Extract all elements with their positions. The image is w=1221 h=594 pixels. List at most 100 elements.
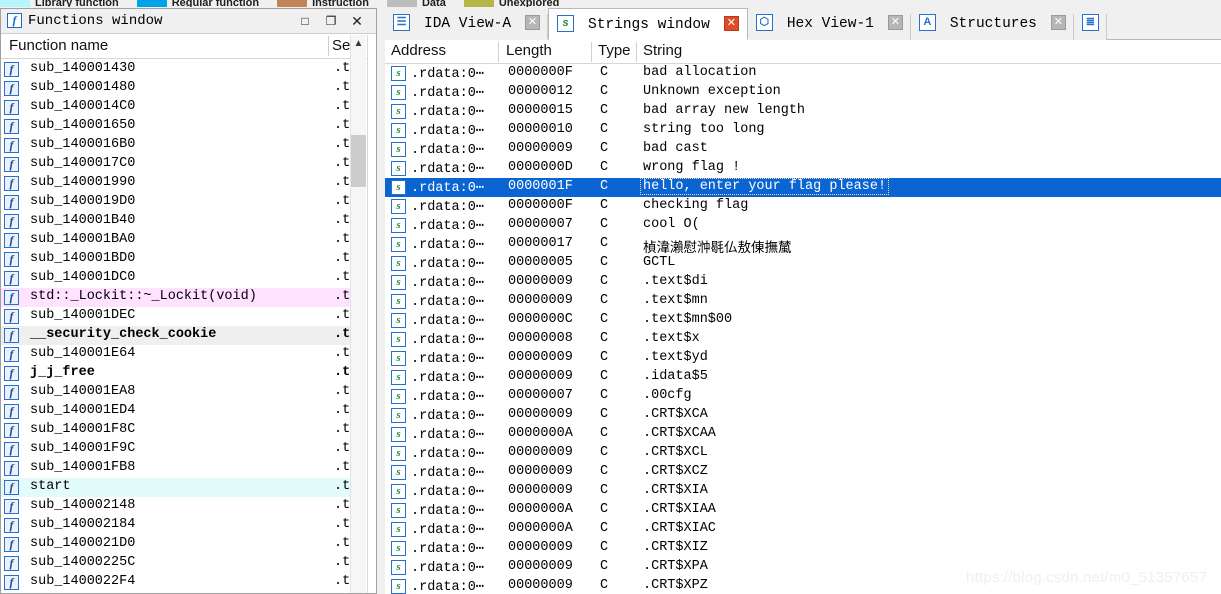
function-list-row[interactable]: f sub_140001F9C .t	[1, 440, 354, 459]
function-list-row[interactable]: f sub_1400019D0 .t	[1, 193, 354, 212]
column-header-type[interactable]: Type	[598, 42, 631, 59]
strings-list-row[interactable]: s .rdata:0⋯ 0000000A C .CRT$XIAC	[385, 520, 1221, 539]
column-header-address[interactable]: Address	[391, 42, 446, 59]
function-list-row[interactable]: f sub_140001DC0 .t	[1, 269, 354, 288]
string-length: 0000001F	[508, 179, 573, 194]
tab-close-icon[interactable]: ✕	[723, 16, 739, 31]
strings-list-row[interactable]: s .rdata:0⋯ 00000005 C GCTL	[385, 254, 1221, 273]
strings-list-row[interactable]: s .rdata:0⋯ 00000009 C .idata$5	[385, 368, 1221, 387]
function-list-row[interactable]: f sub_140001DEC .t	[1, 307, 354, 326]
tab-enums[interactable]: ≣	[1073, 8, 1107, 40]
string-icon: s	[391, 123, 406, 138]
strings-list-row[interactable]: s .rdata:0⋯ 00000009 C .CRT$XCA	[385, 406, 1221, 425]
column-header-function-name[interactable]: Function name	[9, 37, 108, 54]
string-value: bad allocation	[643, 65, 757, 80]
function-list-row[interactable]: f sub_14000225C .t	[1, 554, 354, 573]
function-list-row[interactable]: f sub_140001ED4 .t	[1, 402, 354, 421]
string-address: .rdata:0⋯	[411, 181, 484, 196]
function-list-row[interactable]: f sub_1400021D0 .t	[1, 535, 354, 554]
navigator-legend-entry: Data	[386, 0, 464, 7]
function-list-row[interactable]: f sub_140001BD0 .t	[1, 250, 354, 269]
strings-list-row[interactable]: s .rdata:0⋯ 00000007 Ccool O(	[385, 216, 1221, 235]
tab-hex-view-1[interactable]: ⬡ Hex View-1 ✕	[747, 8, 911, 40]
function-list-row[interactable]: f sub_1400017C0 .t	[1, 155, 354, 174]
strings-list-row[interactable]: s .rdata:0⋯ 00000009 C .CRT$XCZ	[385, 463, 1221, 482]
scroll-up-icon[interactable]: ▲	[351, 35, 366, 52]
strings-list-row[interactable]: s .rdata:0⋯ 00000009 C .text$mn	[385, 292, 1221, 311]
function-list-row[interactable]: f sub_140001E64 .t	[1, 345, 354, 364]
tab-close-icon[interactable]: ✕	[525, 15, 541, 30]
strings-list-row[interactable]: s .rdata:0⋯ 00000017 C 楨湋瀨慰浺毼仏敖倲撫檒	[385, 235, 1221, 257]
scrollbar-thumb[interactable]	[351, 135, 366, 187]
string-icon: s	[391, 370, 406, 385]
strings-list-row[interactable]: s .rdata:0⋯ 0000000C C .text$mn$00	[385, 311, 1221, 330]
string-value: .CRT$XPZ	[643, 578, 708, 593]
function-list-row[interactable]: f sub_140001480 .t	[1, 79, 354, 98]
strings-list-row[interactable]: s .rdata:0⋯ 0000000D Cwrong flag !	[385, 159, 1221, 178]
function-name: sub_140001DC0	[30, 270, 136, 285]
column-header-length[interactable]: Length	[506, 42, 552, 59]
strings-list-row[interactable]: s .rdata:0⋯ 00000012 C Unknown exception	[385, 83, 1221, 102]
function-list-row[interactable]: f sub_140002184 .t	[1, 516, 354, 535]
column-divider-type[interactable]	[636, 42, 637, 62]
strings-list-row[interactable]: s .rdata:0⋯ 0000000F Cbad allocation	[385, 64, 1221, 83]
function-list-row[interactable]: f std::_Lockit::~_Lockit(void) .t	[1, 288, 354, 307]
tab-close-icon[interactable]: ✕	[1050, 15, 1066, 30]
function-list-row[interactable]: f sub_140002148 .t	[1, 497, 354, 516]
function-icon: f	[4, 309, 19, 324]
maximize-button[interactable]: □	[296, 13, 314, 30]
strings-list-row[interactable]: s .rdata:0⋯ 0000001F Chello, enter your fla…	[385, 178, 1221, 197]
function-list-row[interactable]: f j_j_free .t	[1, 364, 354, 383]
functions-window: f Functions window □ ❐ ✕ Function name S…	[0, 8, 377, 594]
strings-list-row[interactable]: s .rdata:0⋯ 00000010 Cstring too long	[385, 121, 1221, 140]
function-list-row[interactable]: f __security_check_cookie .t	[1, 326, 354, 345]
string-value: .CRT$XIZ	[643, 540, 708, 555]
strings-list-row[interactable]: s .rdata:0⋯ 00000009 C .text$di	[385, 273, 1221, 292]
strings-list[interactable]: s .rdata:0⋯ 0000000F Cbad allocation s .rdata…	[385, 64, 1221, 594]
strings-list-row[interactable]: s .rdata:0⋯ 0000000F Cchecking flag	[385, 197, 1221, 216]
function-icon: f	[4, 157, 19, 172]
function-list-row[interactable]: f sub_140001FB8 .t	[1, 459, 354, 478]
function-list-row[interactable]: f sub_140001F8C .t	[1, 421, 354, 440]
string-address: .rdata:0⋯	[411, 523, 484, 538]
close-button[interactable]: ✕	[348, 13, 366, 30]
scrollbar-track[interactable]	[351, 52, 366, 593]
strings-list-row[interactable]: s .rdata:0⋯ 00000009 C .text$yd	[385, 349, 1221, 368]
strings-list-row[interactable]: s .rdata:0⋯ 00000009 C .CRT$XCL	[385, 444, 1221, 463]
function-list-row[interactable]: f sub_140001430 .t	[1, 60, 354, 79]
tab-separator	[1105, 14, 1107, 40]
strings-list-row[interactable]: s .rdata:0⋯ 00000009 Cbad cast	[385, 140, 1221, 159]
function-list-row[interactable]: f sub_140001650 .t	[1, 117, 354, 136]
function-icon: f	[4, 62, 19, 77]
tab-strings-window[interactable]: s Strings window ✕	[548, 8, 748, 40]
legend-label: Unexplored	[498, 0, 560, 7]
tab-structures[interactable]: A Structures ✕	[910, 8, 1074, 40]
function-list-row[interactable]: f sub_1400014C0 .t	[1, 98, 354, 117]
function-list-row[interactable]: f start .t	[1, 478, 354, 497]
strings-list-row[interactable]: s .rdata:0⋯ 0000000A C .CRT$XIAA	[385, 501, 1221, 520]
string-address: .rdata:0⋯	[411, 105, 484, 120]
column-header-string[interactable]: String	[643, 42, 682, 59]
strings-list-row[interactable]: s .rdata:0⋯ 00000015 Cbad array new length	[385, 102, 1221, 121]
column-divider-length[interactable]	[591, 42, 592, 62]
function-list-row[interactable]: f sub_140001B40 .t	[1, 212, 354, 231]
function-list-row[interactable]: f sub_140001BA0 .t	[1, 231, 354, 250]
restore-button[interactable]: ❐	[322, 13, 340, 30]
function-list-row[interactable]: f sub_1400022F4 .t	[1, 573, 354, 592]
string-icon: s	[391, 161, 406, 176]
function-list-row[interactable]: f sub_140001990 .t	[1, 174, 354, 193]
strings-list-row[interactable]: s .rdata:0⋯ 00000008 C .text$x	[385, 330, 1221, 349]
column-divider-address[interactable]	[498, 42, 499, 62]
tab-close-icon[interactable]: ✕	[887, 15, 903, 30]
strings-list-row[interactable]: s .rdata:0⋯ 00000007 C .00cfg	[385, 387, 1221, 406]
column-divider[interactable]	[328, 36, 329, 56]
tab-ida-view-a[interactable]: ☰ IDA View-A ✕	[385, 8, 549, 40]
string-icon: s	[391, 465, 406, 480]
functions-scrollbar[interactable]: ▲	[350, 35, 366, 593]
strings-list-row[interactable]: s .rdata:0⋯ 00000009 C .CRT$XIA	[385, 482, 1221, 501]
function-list-row[interactable]: f sub_1400016B0 .t	[1, 136, 354, 155]
functions-list[interactable]: f sub_140001430 .t f sub_140001480 .t f sub_140…	[1, 60, 354, 593]
strings-list-row[interactable]: s .rdata:0⋯ 00000009 C .CRT$XIZ	[385, 539, 1221, 558]
strings-list-row[interactable]: s .rdata:0⋯ 0000000A C .CRT$XCAA	[385, 425, 1221, 444]
function-list-row[interactable]: f sub_140001EA8 .t	[1, 383, 354, 402]
